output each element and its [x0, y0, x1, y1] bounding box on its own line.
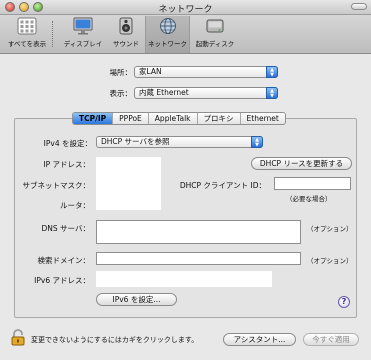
toolbar-item-sound[interactable]: サウンド	[107, 16, 145, 53]
subnet-mask-label: サブネットマスク：	[22, 181, 91, 190]
ipv4-value: DHCP サーバを参照	[101, 137, 170, 146]
toolbar-item-label: 起動ディスク	[195, 40, 235, 48]
dns-server-field[interactable]	[96, 220, 301, 244]
dns-label: DNS サーバ：	[41, 224, 90, 233]
toolbar-item-label: ディスプレイ	[63, 40, 103, 48]
assistant-button[interactable]: アシスタント...	[223, 333, 296, 346]
chevron-updown-icon: ▲ ▼	[266, 87, 278, 99]
disk-icon	[206, 19, 224, 33]
dhcp-client-id-note: （必要な場合）	[286, 195, 332, 203]
display-icon	[73, 17, 93, 35]
toolbar-separator	[52, 21, 53, 47]
show-all-button[interactable]: すべてを表示	[3, 16, 51, 53]
toolbar-toggle-button[interactable]	[351, 3, 367, 10]
search-domain-note: （オプション）	[307, 257, 353, 265]
ip-address-value-area	[96, 157, 161, 210]
question-mark-icon: ?	[341, 297, 347, 306]
lock-message: 変更できないようにするにはカギをクリックします。	[31, 336, 199, 344]
router-label: ルータ：	[60, 201, 90, 210]
help-button[interactable]: ?	[338, 296, 350, 308]
show-popup[interactable]: 内蔵 Ethernet ▲ ▼	[134, 87, 278, 99]
window-title: ネットワーク	[158, 5, 213, 15]
tab-proxy[interactable]: プロキシ	[198, 113, 241, 124]
lock-icon[interactable]	[11, 329, 25, 346]
grid-icon	[17, 17, 37, 35]
ipv6-address-label: IPv6 アドレス：	[34, 276, 90, 285]
tab-ethernet[interactable]: Ethernet	[241, 113, 285, 124]
tab-tcpip[interactable]: TCP/IP	[73, 113, 114, 124]
search-domain-label: 検索ドメイン：	[37, 256, 91, 265]
ipv4-popup[interactable]: DHCP サーバを参照 ▲ ▼	[96, 136, 263, 148]
configure-ipv6-button[interactable]: IPv6 を設定...	[96, 293, 177, 306]
chevron-updown-icon: ▲ ▼	[266, 66, 278, 78]
toolbar-item-display[interactable]: ディスプレイ	[60, 16, 106, 53]
toolbar-item-network[interactable]: ネットワーク	[145, 16, 190, 53]
dns-note: （オプション）	[307, 225, 353, 233]
dhcp-client-id-field[interactable]	[274, 177, 351, 190]
show-all-label: すべてを表示	[7, 40, 47, 48]
renew-dhcp-lease-button[interactable]: DHCP リースを更新する	[251, 157, 352, 170]
location-popup[interactable]: 家LAN ▲ ▼	[134, 66, 278, 78]
ipv6-address-value	[96, 271, 272, 287]
location-value: 家LAN	[139, 67, 162, 76]
speaker-icon	[119, 17, 133, 35]
location-label: 場所：	[109, 68, 133, 77]
toolbar: すべてを表示 ディスプレイ サウンド ネットワーク 起動ディスク	[0, 15, 371, 54]
toolbar-item-label: サウンド	[113, 40, 139, 48]
toolbar-item-startup-disk[interactable]: 起動ディスク	[192, 16, 238, 53]
show-value: 内蔵 Ethernet	[139, 88, 189, 97]
toolbar-item-label: ネットワーク	[148, 40, 187, 48]
tab-pppoe[interactable]: PPPoE	[113, 113, 149, 124]
tab-appletalk[interactable]: AppleTalk	[149, 113, 198, 124]
ipv4-label: IPv4 を設定：	[43, 139, 92, 148]
dhcp-client-id-label: DHCP クライアント ID：	[179, 181, 266, 190]
search-domain-field[interactable]	[96, 252, 301, 265]
title-bar: ネットワーク	[0, 0, 371, 15]
apply-now-button[interactable]: 今すぐ適用	[303, 333, 359, 346]
globe-icon	[159, 18, 176, 34]
tab-bar: TCP/IP PPPoE AppleTalk プロキシ Ethernet	[72, 112, 286, 125]
ip-address-label: IP アドレス：	[43, 160, 90, 169]
chevron-updown-icon: ▲ ▼	[251, 136, 263, 148]
show-label: 表示：	[109, 89, 133, 98]
